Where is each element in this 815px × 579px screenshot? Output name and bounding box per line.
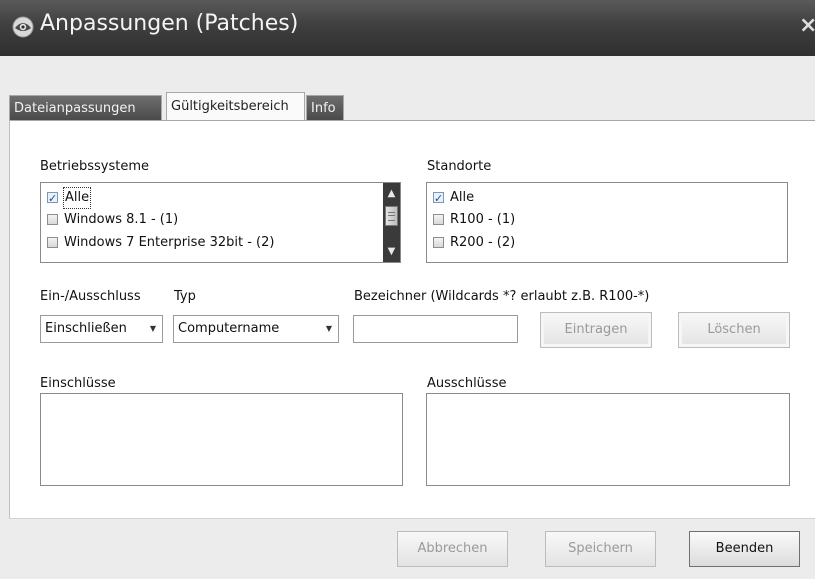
cancel-button[interactable]: Abbrechen bbox=[397, 531, 508, 567]
window-title: Anpassungen (Patches) bbox=[40, 11, 299, 36]
scroll-down-icon[interactable]: ▼ bbox=[383, 243, 400, 260]
includes-list[interactable] bbox=[40, 393, 403, 486]
delete-entry-button[interactable]: Löschen bbox=[678, 312, 790, 348]
checkbox[interactable] bbox=[47, 237, 58, 248]
add-entry-button[interactable]: Eintragen bbox=[540, 312, 652, 348]
type-select-value: Computername bbox=[178, 321, 280, 336]
tab-info[interactable]: Info bbox=[306, 95, 344, 120]
inout-label: Ein-/Ausschluss bbox=[40, 289, 141, 304]
checkbox[interactable] bbox=[433, 237, 444, 248]
footer-divider bbox=[9, 518, 815, 519]
type-select[interactable]: Computername ▼ bbox=[173, 315, 339, 343]
identifier-label: Bezeichner (Wildcards *? erlaubt z.B. R1… bbox=[354, 289, 650, 304]
type-label: Typ bbox=[174, 289, 196, 304]
site-listbox[interactable]: Alle R100 - (1) R200 - (2) bbox=[426, 182, 788, 263]
eye-globe-icon bbox=[12, 16, 34, 38]
includes-label: Einschlüsse bbox=[40, 376, 116, 391]
inout-select-value: Einschließen bbox=[45, 321, 127, 336]
checkbox-checked[interactable] bbox=[47, 189, 58, 209]
dialog-window: Anpassungen (Patches) × Dateianpassungen… bbox=[0, 0, 815, 579]
checkbox-checked[interactable] bbox=[433, 189, 444, 209]
save-button[interactable]: Speichern bbox=[545, 531, 656, 567]
chevron-down-icon: ▼ bbox=[149, 324, 156, 333]
checkbox[interactable] bbox=[433, 214, 444, 225]
scroll-up-icon[interactable]: ▲ bbox=[383, 185, 400, 202]
tab-gueltigkeitsbereich[interactable]: Gültigkeitsbereich bbox=[166, 92, 305, 120]
close-button[interactable]: Beenden bbox=[689, 531, 800, 567]
identifier-input[interactable] bbox=[353, 315, 518, 343]
excludes-label: Ausschlüsse bbox=[427, 376, 507, 391]
site-list-label: Standorte bbox=[427, 159, 492, 174]
os-listbox[interactable]: Alle Windows 8.1 - (1) Windows 7 Enterpr… bbox=[40, 182, 401, 263]
inout-select[interactable]: Einschließen ▼ bbox=[40, 315, 163, 343]
excludes-list[interactable] bbox=[426, 393, 790, 486]
title-bar[interactable]: Anpassungen (Patches) × bbox=[0, 0, 815, 56]
chevron-down-icon: ▼ bbox=[325, 324, 332, 333]
close-icon[interactable]: × bbox=[799, 14, 815, 38]
os-scrollbar[interactable]: ▲ ▼ bbox=[383, 183, 400, 262]
scroll-thumb[interactable] bbox=[385, 206, 398, 226]
os-list-label: Betriebssysteme bbox=[40, 159, 149, 174]
tab-dateianpassungen[interactable]: Dateianpassungen bbox=[9, 95, 162, 120]
checkbox[interactable] bbox=[47, 214, 58, 225]
